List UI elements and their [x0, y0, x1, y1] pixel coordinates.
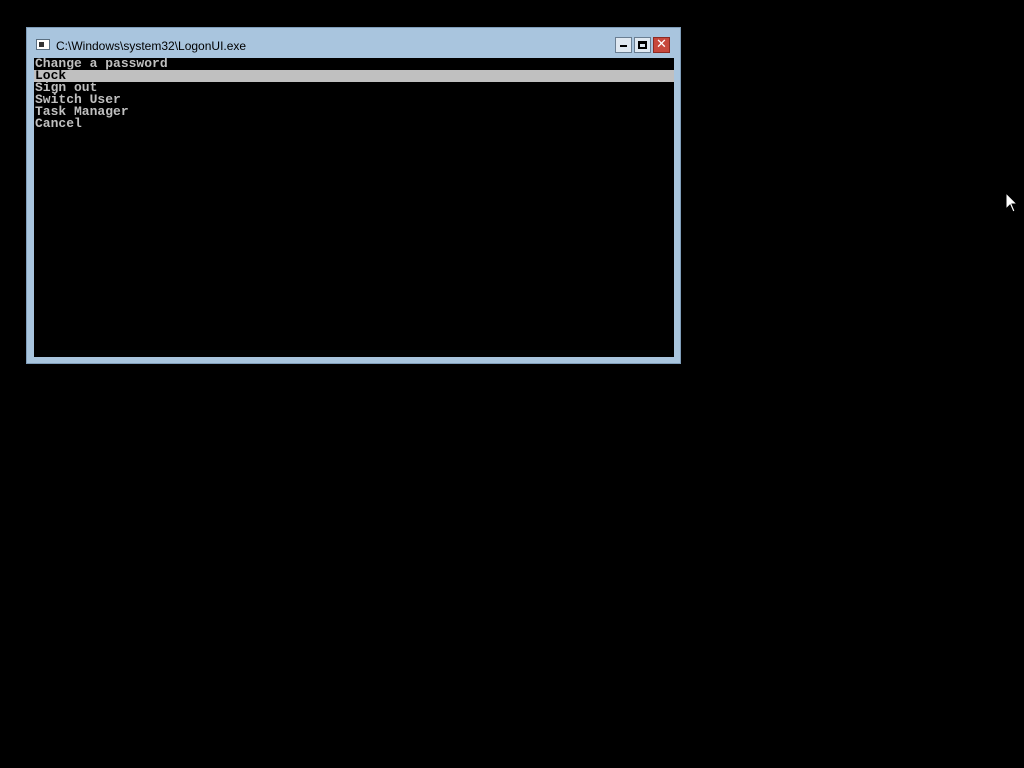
minimize-button[interactable]: [615, 37, 632, 53]
logonui-console-window: C:\Windows\system32\LogonUI.exe ✕ Change…: [26, 27, 681, 364]
menu-item-sign-out[interactable]: Sign out: [34, 81, 674, 94]
menu-item-task-manager[interactable]: Task Manager: [34, 105, 674, 118]
menu-item-switch-user[interactable]: Switch User: [34, 93, 674, 106]
console-window-icon[interactable]: [36, 39, 50, 50]
menu-item-lock[interactable]: Lock: [34, 69, 674, 82]
title-bar[interactable]: C:\Windows\system32\LogonUI.exe ✕: [27, 28, 680, 58]
close-icon: ✕: [656, 37, 667, 52]
console-area[interactable]: Change a password Lock Sign out Switch U…: [34, 58, 674, 357]
menu-item-change-password[interactable]: Change a password: [34, 58, 674, 70]
maximize-button[interactable]: [634, 37, 651, 53]
console-window-icon-screen: [39, 42, 44, 47]
security-options-menu: Change a password Lock Sign out Switch U…: [34, 58, 674, 130]
minimize-icon: [620, 45, 627, 47]
maximize-icon: [638, 41, 647, 49]
window-title: C:\Windows\system32\LogonUI.exe: [56, 39, 247, 53]
close-button[interactable]: ✕: [653, 37, 670, 53]
desktop: C:\Windows\system32\LogonUI.exe ✕ Change…: [0, 0, 1024, 768]
menu-item-cancel[interactable]: Cancel: [34, 117, 674, 130]
arrow-cursor-icon: [1005, 192, 1019, 213]
